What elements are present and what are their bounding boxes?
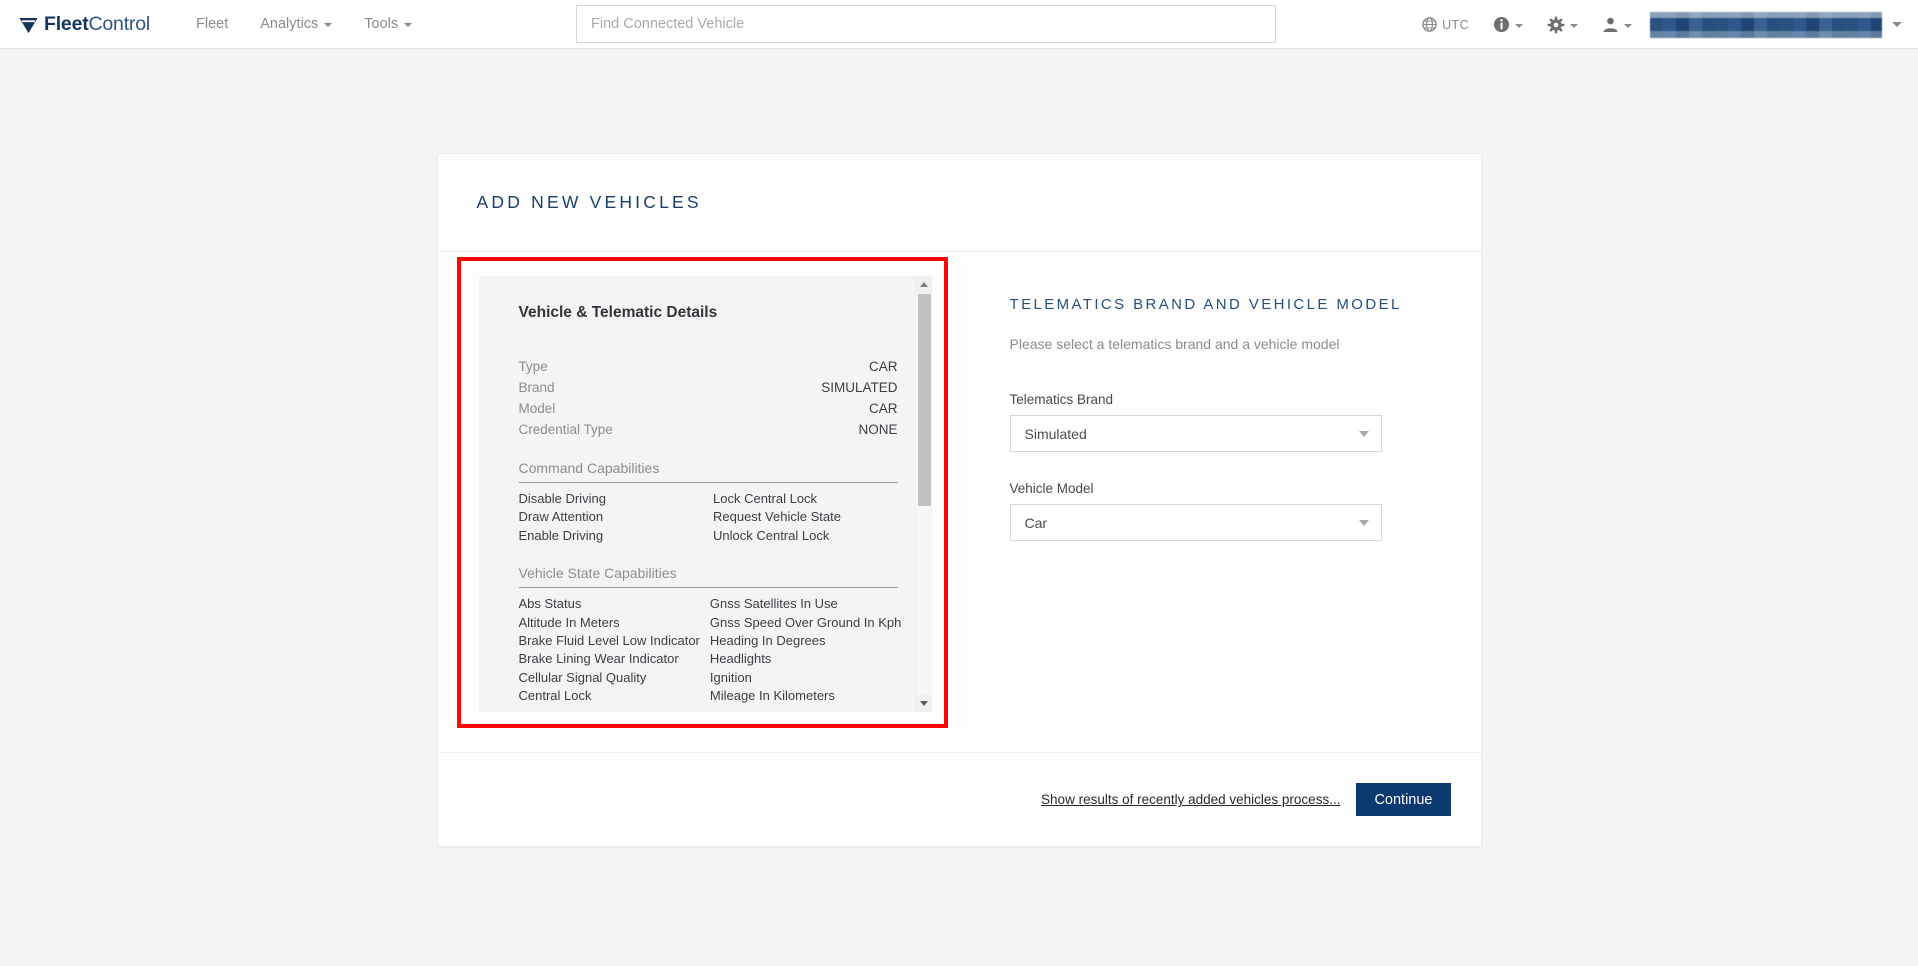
nav-item-fleet[interactable]: Fleet (180, 12, 244, 36)
detail-key: Model (518, 401, 556, 416)
detail-row-model: Model CAR (519, 398, 898, 419)
info-circle-icon (1493, 16, 1510, 33)
capability-item: Altitude In Meters (518, 614, 620, 630)
scrollbar-down-button[interactable] (915, 695, 932, 712)
vehicle-model-label: Vehicle Model (1009, 481, 1094, 496)
capability-item: Cellular Signal Quality (518, 669, 647, 685)
nav-item-tools[interactable]: Tools (348, 12, 428, 36)
capability-item: Disable Driving (518, 491, 606, 506)
detail-key: Type (518, 359, 548, 374)
vehicle-model-value: Car (1024, 514, 1048, 531)
top-right-actions: UTC (1410, 0, 1906, 49)
chevron-down-icon (920, 701, 928, 706)
detail-key: Brand (518, 380, 555, 395)
command-capabilities-heading: Command Capabilities (518, 460, 898, 483)
detail-value: NONE (858, 422, 898, 437)
detail-row-credential-type: Credential Type NONE (519, 419, 898, 440)
timezone-selector[interactable]: UTC (1410, 0, 1481, 49)
continue-button[interactable]: Continue (1356, 783, 1451, 816)
capability-item: Gnss Satellites In Use (709, 596, 838, 612)
user-menu[interactable] (1590, 0, 1644, 49)
highlight-box: Vehicle & Telematic Details Type CAR Bra… (456, 257, 948, 728)
vehicle-model-select[interactable]: Car (1009, 504, 1382, 541)
detail-key: Credential Type (518, 422, 613, 437)
form-subtitle: Please select a telematics brand and a v… (1009, 336, 1340, 352)
info-menu[interactable] (1481, 0, 1535, 49)
vehicle-details-scroll-area[interactable]: Vehicle & Telematic Details Type CAR Bra… (479, 304, 932, 712)
globe-icon (1422, 17, 1437, 32)
vehicle-state-capabilities-grid: Abs Status Gnss Satellites In Use Altitu… (518, 588, 902, 712)
timezone-label: UTC (1442, 17, 1469, 32)
page-title: ADD NEW VEHICLES (476, 192, 702, 212)
chevron-down-icon (1515, 23, 1523, 28)
capability-item: Mileage In Kilometers (709, 688, 835, 704)
capability-item: Ignition (709, 669, 752, 685)
brand-logo[interactable]: FleetControl (18, 13, 150, 36)
brand-text: FleetControl (44, 13, 150, 36)
nav-item-analytics-label: Analytics (260, 16, 319, 32)
telematics-brand-value: Simulated (1024, 425, 1087, 442)
telematics-brand-select[interactable]: Simulated (1009, 415, 1382, 452)
chevron-down-icon (324, 23, 333, 27)
add-vehicles-card: ADD NEW VEHICLES Vehicle & Telematic Det… (436, 153, 1482, 847)
capability-item: Unlock Central Lock (713, 527, 830, 543)
scrollbar-up-button[interactable] (915, 276, 932, 293)
vehicle-state-capabilities-heading: Vehicle State Capabilities (518, 565, 898, 589)
capability-item: Abs Status (518, 596, 582, 612)
telematics-form-column: TELEMATICS BRAND AND VEHICLE MODEL Pleas… (948, 252, 1481, 570)
top-navigation-bar: FleetControl Fleet Analytics Tools UTC (0, 0, 1918, 49)
search-container (576, 5, 1276, 43)
nav-item-analytics[interactable]: Analytics (244, 12, 348, 36)
search-input[interactable] (576, 5, 1276, 43)
chevron-up-icon (920, 282, 928, 287)
telematics-brand-label: Telematics Brand (1009, 392, 1114, 407)
capability-item: Central Lock (518, 688, 592, 704)
scroll-clip-mask (478, 704, 932, 712)
details-heading: Vehicle & Telematic Details (518, 304, 718, 321)
detail-row-brand: Brand SIMULATED (519, 377, 898, 398)
chevron-down-icon (1570, 23, 1578, 28)
chevron-down-icon (1358, 519, 1369, 526)
capability-item: Brake Fluid Level Low Indicator (518, 633, 700, 649)
scrollbar-thumb[interactable] (917, 294, 931, 506)
nav-item-fleet-label: Fleet (195, 16, 229, 32)
capability-item: Enable Driving (518, 527, 604, 543)
vehicle-details-panel: Vehicle & Telematic Details Type CAR Bra… (478, 276, 932, 712)
details-key-value-list: Type CAR Brand SIMULATED Model CAR Crede… (519, 356, 898, 440)
capability-item: Lock Central Lock (713, 491, 818, 506)
chevron-down-icon (1358, 430, 1369, 437)
chevron-down-icon[interactable] (1892, 22, 1902, 27)
gear-icon (1547, 16, 1565, 33)
card-footer: Show results of recently added vehicles … (437, 752, 1481, 846)
capability-item: Request Vehicle State (713, 509, 841, 525)
capability-item: Brake Lining Wear Indicator (518, 651, 679, 667)
show-results-link[interactable]: Show results of recently added vehicles … (1041, 792, 1340, 807)
detail-value: CAR (868, 401, 898, 416)
main-nav: Fleet Analytics Tools (180, 12, 428, 36)
account-name-redacted[interactable] (1650, 11, 1882, 38)
detail-value: CAR (868, 359, 898, 374)
page-content: ADD NEW VEHICLES Vehicle & Telematic Det… (0, 49, 1918, 847)
settings-menu[interactable] (1535, 0, 1590, 49)
capability-item: Gnss Speed Over Ground In Kph (709, 614, 902, 630)
brand-text-light: Control (88, 12, 151, 35)
card-body: Vehicle & Telematic Details Type CAR Bra… (438, 252, 1481, 752)
card-header: ADD NEW VEHICLES (437, 154, 1481, 252)
command-capabilities-grid: Disable Driving Lock Central Lock Draw A… (519, 483, 898, 545)
form-title: TELEMATICS BRAND AND VEHICLE MODEL (1009, 296, 1402, 313)
chevron-down-icon (404, 23, 413, 27)
fleet-v-logo-icon (19, 17, 38, 33)
detail-row-type: Type CAR (519, 356, 898, 377)
capability-item: Heading In Degrees (709, 633, 826, 649)
chevron-down-icon (1624, 23, 1632, 28)
user-icon (1603, 17, 1618, 33)
detail-value: SIMULATED (821, 380, 898, 395)
brand-text-bold: Fleet (44, 12, 89, 35)
vehicle-details-column: Vehicle & Telematic Details Type CAR Bra… (438, 252, 948, 728)
capability-item: Headlights (709, 651, 772, 667)
details-scrollbar[interactable] (914, 276, 932, 712)
capability-item: Draw Attention (518, 509, 604, 525)
nav-item-tools-label: Tools (364, 16, 399, 32)
